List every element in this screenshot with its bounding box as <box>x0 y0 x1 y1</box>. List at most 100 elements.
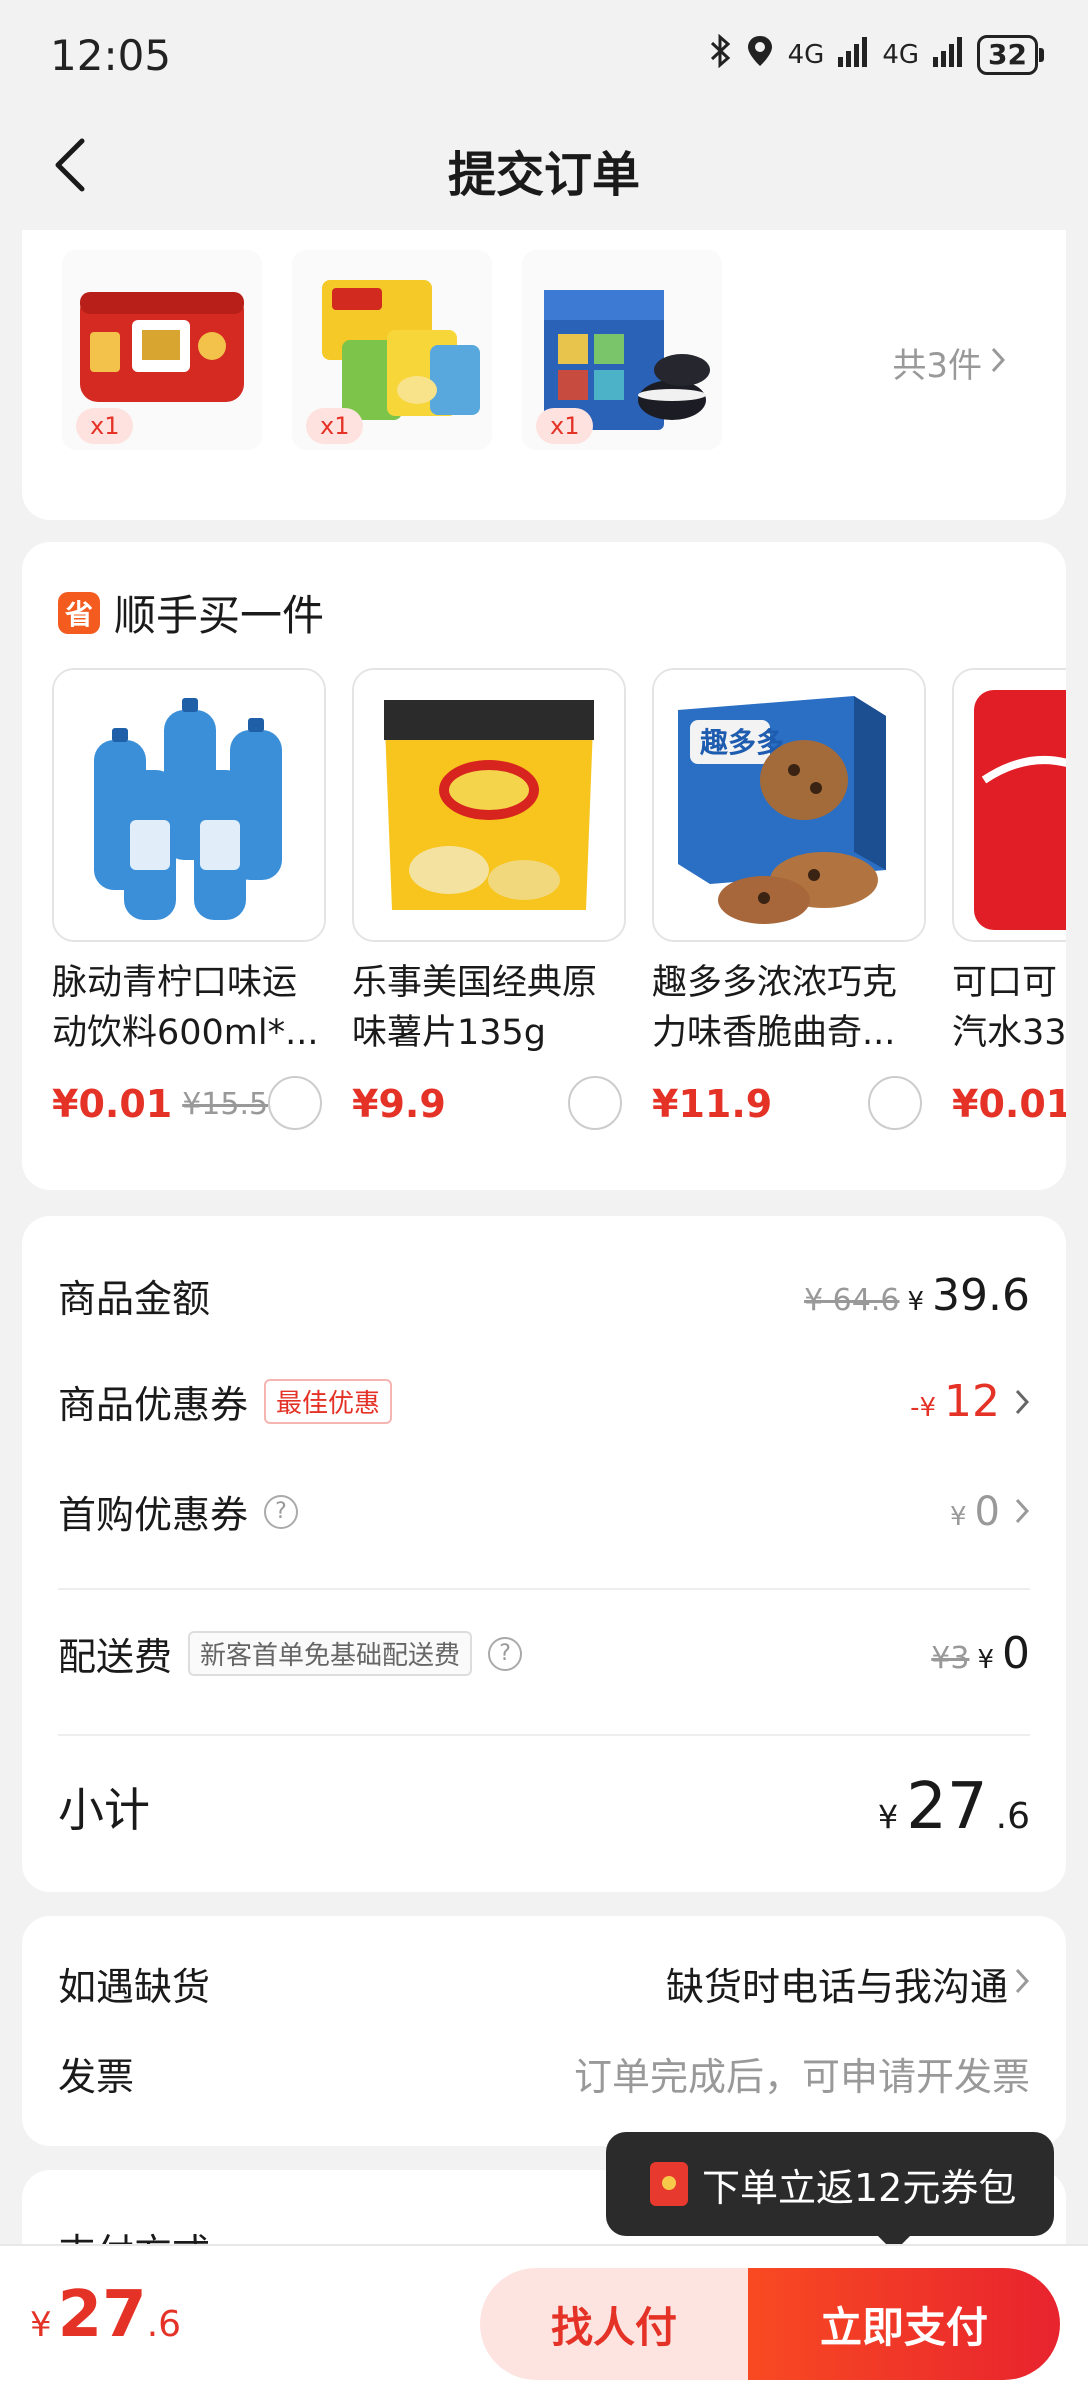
back-button[interactable] <box>50 132 120 202</box>
addon-item-image[interactable] <box>952 668 1066 942</box>
divider <box>58 1734 1030 1736</box>
red-packet-icon <box>650 2162 688 2206</box>
delivery-yen: ¥ <box>977 1645 994 1675</box>
goods-amount-value: ¥ 64.6 ¥ 39.6 <box>804 1270 1030 1321</box>
status-time: 12:05 <box>50 30 172 80</box>
goods-amount-row: 商品金额 ¥ 64.6 ¥ 39.6 <box>58 1268 1030 1323</box>
addon-item-price-row: ¥0.01 <box>952 1076 1066 1132</box>
stockout-row[interactable]: 如遇缺货 缺货时电话与我沟通 <box>58 1956 1030 2011</box>
signal-bars-icon-1 <box>838 36 868 74</box>
location-icon <box>746 34 774 76</box>
addon-item-select-radio[interactable] <box>268 1076 322 1130</box>
qty-tag: x1 <box>536 408 594 444</box>
qty-tag: x1 <box>306 408 364 444</box>
page-title: 提交订单 <box>447 147 640 203</box>
goods-amount-label: 商品金额 <box>58 1277 211 1321</box>
delivery-label-group: 配送费 新客首单免基础配送费 ? <box>58 1626 523 1681</box>
addon-item-price: ¥0.01 <box>952 1082 1066 1126</box>
chevron-right-icon <box>990 343 1006 383</box>
subtotal-value: ¥ 27.6 <box>878 1770 1030 1844</box>
coupon-value: -¥ 12 <box>910 1376 1030 1427</box>
divider <box>58 1588 1030 1590</box>
addon-item-name: 脉动青柠口味运 动饮料600ml*... <box>52 958 326 1058</box>
stockout-value-group: 缺货时电话与我沟通 <box>666 1956 1030 2011</box>
addon-header: 省 顺手买一件 <box>58 582 324 643</box>
order-options-card: 如遇缺货 缺货时电话与我沟通 发票 订单完成后，可申请开发票 <box>22 1916 1066 2146</box>
tooltip-text: 下单立返12元券包 <box>702 2165 1017 2210</box>
product-thumb-lays-pack[interactable]: x1 <box>292 250 492 450</box>
addon-item-name-line: 力味香脆曲奇... <box>652 1013 896 1053</box>
addon-item-name: 可口可 汽水33 <box>952 958 1066 1058</box>
subtotal-int: 27 <box>906 1770 988 1844</box>
first-coupon-yen: ¥ <box>950 1501 967 1532</box>
first-coupon-row[interactable]: 首购优惠券 ? ¥ 0 <box>58 1484 1030 1539</box>
help-icon[interactable]: ? <box>488 1636 523 1671</box>
coupon-reward-tooltip: 下单立返12元券包 <box>606 2132 1054 2252</box>
subtotal-yen: ¥ <box>877 1798 899 1836</box>
addon-item-cola[interactable]: 可口可 汽水33 ¥0.01 <box>952 668 1066 1132</box>
delivery-row: 配送费 新客首单免基础配送费 ? ¥3 ¥ 0 <box>58 1626 1030 1681</box>
addon-item-image[interactable] <box>52 668 326 942</box>
coupon-label: 商品优惠券 <box>58 1383 249 1427</box>
addon-item-price: ¥0.01 <box>52 1082 173 1126</box>
subtotal-dec: .6 <box>995 1796 1030 1837</box>
addon-item-name: 乐事美国经典原 味薯片135g <box>352 958 626 1058</box>
chevron-right-icon <box>1014 1964 1030 2004</box>
coupon-number: 12 <box>944 1376 1000 1427</box>
first-coupon-number: 0 <box>974 1488 1000 1535</box>
total-dec: .6 <box>146 2304 182 2345</box>
product-thumb-drink-pack[interactable]: x1 <box>62 250 262 450</box>
invoice-value: 订单完成后，可申请开发票 <box>573 2055 1030 2099</box>
coupon-label-group: 商品优惠券 最佳优惠 <box>58 1374 393 1429</box>
invoice-label: 发票 <box>58 2055 135 2099</box>
addon-item-image[interactable]: 趣多多 <box>652 668 926 942</box>
delivery-label: 配送费 <box>58 1635 173 1679</box>
product-count-label: 共3件 <box>892 346 982 386</box>
subtotal-label: 小计 <box>58 1783 150 1837</box>
subtotal-row: 小计 ¥ 27.6 <box>58 1770 1030 1844</box>
addon-item-price-row: ¥11.9 <box>652 1076 926 1132</box>
checkout-total: ¥ 27 .6 <box>30 2278 181 2352</box>
save-icon: 省 <box>58 591 100 634</box>
nav-header: 提交订单 <box>0 110 1088 230</box>
coupon-row[interactable]: 商品优惠券 最佳优惠 -¥ 12 <box>58 1374 1030 1429</box>
pay-now-button[interactable]: 立即支付 <box>748 2268 1060 2380</box>
addon-item-name-line: 趣多多浓浓巧克 <box>652 963 898 1003</box>
addon-item-mizone[interactable]: 脉动青柠口味运 动饮料600ml*... ¥0.01 ¥15.5 <box>52 668 326 1132</box>
addon-item-lays[interactable]: 乐事美国经典原 味薯片135g ¥9.9 <box>352 668 626 1132</box>
addon-item-name-line: 乐事美国经典原 <box>352 963 598 1003</box>
addon-item-name-line: 汽水33 <box>952 1013 1066 1053</box>
first-coupon-label: 首购优惠券 <box>58 1493 249 1537</box>
help-icon[interactable]: ? <box>264 1494 299 1529</box>
goods-amount-yen: ¥ <box>907 1287 925 1317</box>
addon-item-name-line: 可口可 <box>952 963 1058 1003</box>
addon-item-select-radio[interactable] <box>568 1076 622 1130</box>
chevron-right-icon <box>1014 1494 1030 1534</box>
addon-item-image[interactable] <box>352 668 626 942</box>
signal-4g-label-1: 4G <box>787 40 825 70</box>
goods-amount-orig: ¥ 64.6 <box>804 1283 900 1318</box>
stockout-label: 如遇缺货 <box>58 1965 211 2009</box>
addon-item-name: 趣多多浓浓巧克 力味香脆曲奇... <box>652 958 926 1058</box>
addon-item-name-line: 动饮料600ml*... <box>52 1013 319 1053</box>
friend-pay-button[interactable]: 找人付 <box>480 2268 748 2380</box>
addon-item-price: ¥11.9 <box>652 1082 773 1126</box>
addon-item-chips-ahoy[interactable]: 趣多多 趣多多浓浓巧克 力味香脆曲奇... ¥11.9 <box>652 668 926 1132</box>
invoice-row[interactable]: 发票 订单完成后，可申请开发票 <box>58 2046 1030 2101</box>
chevron-right-icon <box>1014 1385 1030 1425</box>
status-icons: 4G 4G 32 <box>710 33 1044 76</box>
bluetooth-icon <box>710 33 732 76</box>
product-count-link[interactable]: 共3件 <box>892 338 1006 387</box>
addon-recommend-card: 省 顺手买一件 脉动青柠口味运 动饮料600ml*... ¥0.01 ¥15.5… <box>22 542 1066 1190</box>
order-products-card[interactable]: x1 x1 x1 共3件 <box>22 230 1066 520</box>
addon-item-name-line: 脉动青柠口味运 <box>52 963 298 1003</box>
first-coupon-label-group: 首购优惠券 ? <box>58 1484 299 1539</box>
product-thumb-oreo-box[interactable]: x1 <box>522 250 722 450</box>
signal-bars-icon-2 <box>933 36 963 74</box>
best-offer-badge: 最佳优惠 <box>264 1379 393 1424</box>
qty-tag: x1 <box>76 408 134 444</box>
delivery-number: 0 <box>1002 1628 1030 1679</box>
delivery-free-badge: 新客首单免基础配送费 <box>188 1631 473 1676</box>
addon-item-select-radio[interactable] <box>868 1076 922 1130</box>
addon-item-orig-price: ¥15.5 <box>182 1086 269 1122</box>
